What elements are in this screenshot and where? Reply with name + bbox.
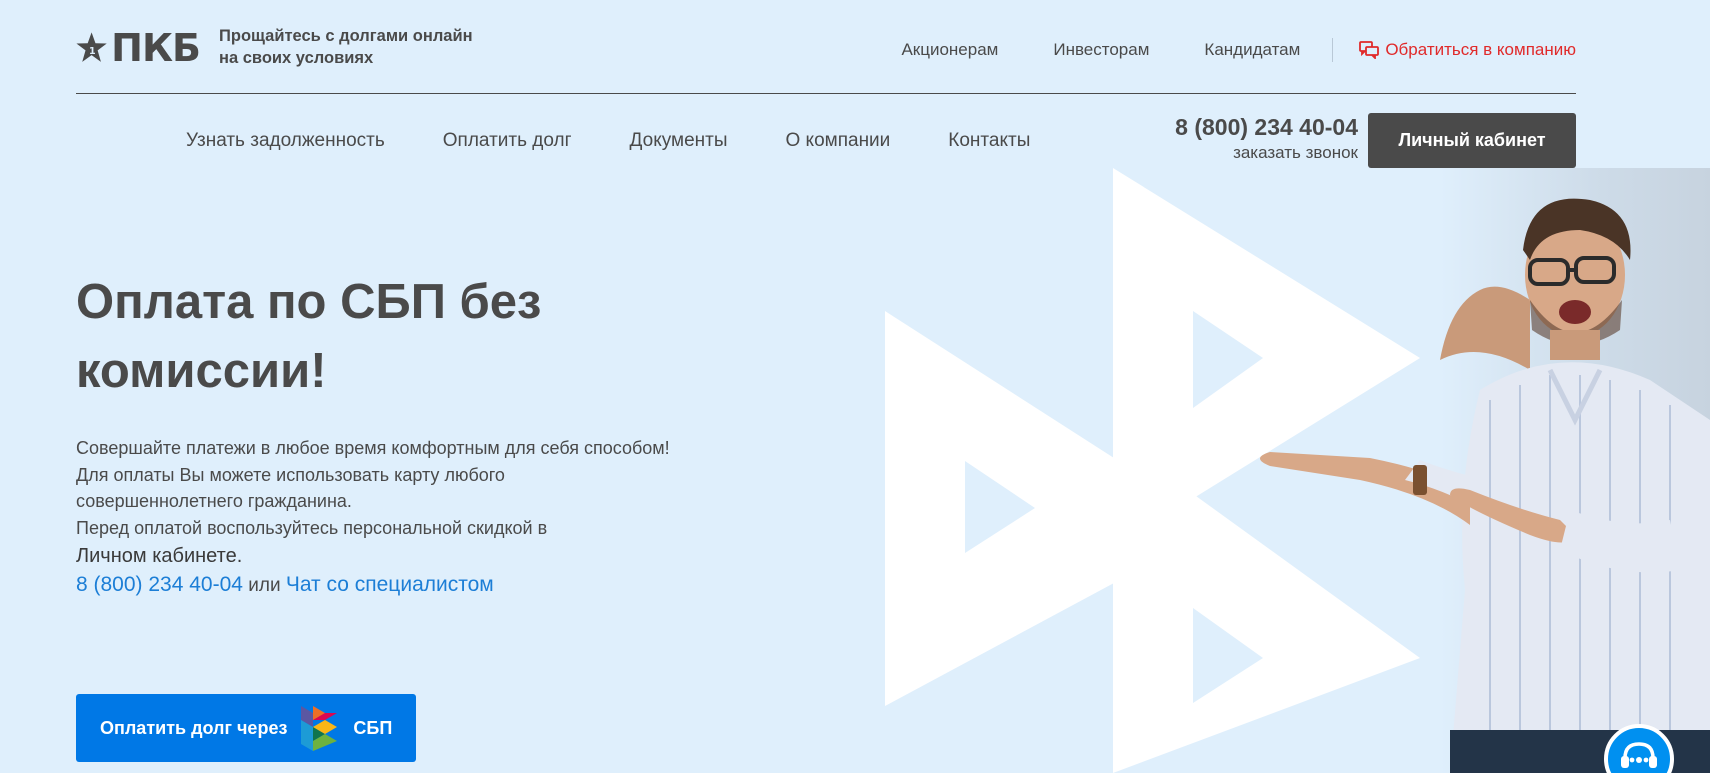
phone-block: 8 (800) 234 40-04 заказать звонок [1130,114,1358,163]
nav-contacts[interactable]: Контакты [948,130,1030,152]
nav-about[interactable]: О компании [786,130,891,152]
hero-description: Совершайте платежи в любое время комфорт… [76,435,776,571]
top-link-shareholders[interactable]: Акционерам [901,40,998,60]
hero-text-line1: Совершайте платежи в любое время комфорт… [76,438,670,458]
personal-cabinet-text-link[interactable]: Личном кабинете [76,545,237,567]
pay-button-sbp: СБП [353,717,393,738]
nav-documents[interactable]: Документы [630,130,728,152]
hero-contact-or: или [242,575,286,596]
chat-support-icon [1621,742,1657,768]
hero-text-line4: Перед оплатой воспользуйтесь персонально… [76,517,548,538]
hero-text-period: . [236,545,243,567]
nav-check-debt[interactable]: Узнать задолженность [186,130,385,152]
star-logo-icon: 1 [76,32,107,62]
sbp-logo-icon [301,706,338,751]
contact-company-label: Обратиться в компанию [1385,40,1576,59]
pay-via-sbp-button[interactable]: Оплатить долг через СБП [76,694,416,762]
smiling-man-illustration [1260,198,1710,773]
hero-text-line3: совершеннолетнего гражданина. [76,491,352,511]
personal-cabinet-button[interactable]: Личный кабинет [1368,113,1576,168]
top-link-investors[interactable]: Инвесторам [1053,40,1149,60]
logo-mark: 1 ПКБ [76,26,201,70]
hero-title-line1: Оплата по СБП без [76,275,542,329]
logo[interactable]: 1 ПКБ [76,26,201,70]
tagline-line2: на своих условиях [219,49,374,67]
nav-pay-debt[interactable]: Оплатить долг [443,130,572,152]
pay-button-label: Оплатить долг через [100,717,288,738]
callback-link[interactable]: заказать звонок [1130,143,1358,163]
logo-text: ПКБ [111,26,201,70]
tagline-line1: Прощайтесь с долгами онлайн [219,27,473,45]
hero-title-line2: комиссии! [76,344,327,398]
hero-title: Оплата по СБП без комиссии! [76,268,696,406]
header-phone[interactable]: 8 (800) 234 40-04 [1130,114,1358,141]
tagline: Прощайтесь с долгами онлайн на своих усл… [219,25,519,69]
hero-text-line2: Для оплаты Вы можете использовать карту … [76,464,505,485]
chat-bubbles-icon [1359,41,1380,59]
chat-specialist-link[interactable]: Чат со специалистом [286,573,494,596]
hero-contacts: 8 (800) 234 40-04 или Чат со специалисто… [76,573,494,597]
top-bar: 1 ПКБ Прощайтесь с долгами онлайн на сво… [76,0,1576,94]
hero-phone-link[interactable]: 8 (800) 234 40-04 [76,573,243,596]
main-nav: Узнать задолженность Оплатить долг Докум… [186,130,1088,152]
top-link-candidates[interactable]: Кандидатам [1204,40,1300,60]
top-links-divider [1332,38,1334,62]
contact-company-link[interactable]: Обратиться в компанию [1359,40,1576,60]
svg-text:1: 1 [89,46,96,57]
top-links: Акционерам Инвесторам Кандидатам Обратит… [846,38,1576,62]
